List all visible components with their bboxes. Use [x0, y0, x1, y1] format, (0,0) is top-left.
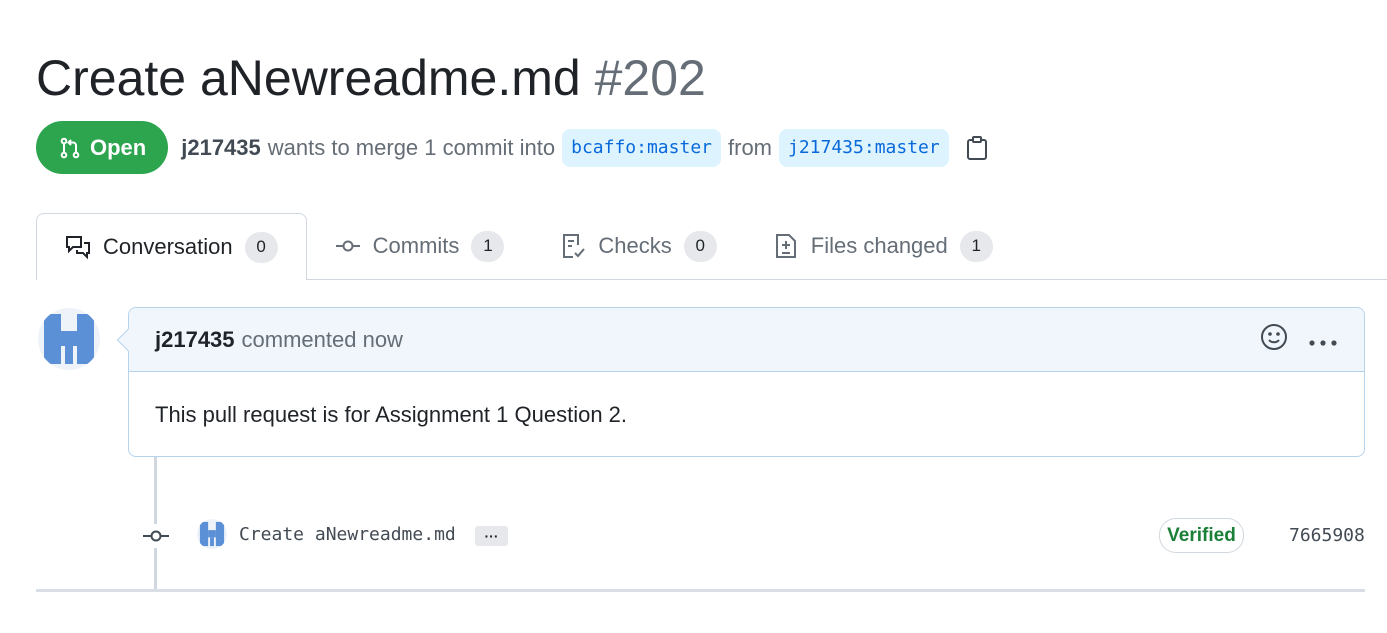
tab-commits-label: Commits — [372, 233, 460, 258]
author-link[interactable]: j217435 — [181, 135, 261, 161]
tab-files-changed[interactable]: Files changed 1 — [745, 213, 1021, 279]
copy-branch-button[interactable] — [964, 135, 990, 161]
commit-sha-link[interactable]: 7665908 — [1289, 525, 1365, 546]
tab-commits-counter: 1 — [471, 230, 505, 262]
comment-actions — [1260, 323, 1338, 357]
comment-body: This pull request is for Assignment 1 Qu… — [155, 402, 628, 427]
comment-header: j217435 commented now — [129, 308, 1364, 372]
tab-conversation-label: Conversation — [103, 234, 233, 259]
kebab-horizontal-icon — [1309, 339, 1337, 346]
pr-header: Create aNewreadme.md #202 — [36, 46, 1366, 110]
identicon-icon — [44, 314, 94, 364]
expand-commit-button[interactable]: ··· — [475, 526, 508, 546]
comment-discussion-icon — [66, 236, 90, 260]
tab-checks-counter: 0 — [683, 230, 717, 262]
tab-commits[interactable]: Commits 1 — [307, 213, 533, 279]
comment-options-button[interactable] — [1308, 327, 1338, 353]
tab-checks[interactable]: Checks 0 — [532, 213, 744, 279]
merge-summary: j217435 wants to merge 1 commit into bca… — [181, 128, 990, 167]
copy-icon — [966, 135, 987, 160]
head-branch[interactable]: j217435:master — [779, 128, 949, 167]
tab-conversation[interactable]: Conversation 0 — [36, 213, 307, 280]
pr-title-text: Create aNewreadme.md — [36, 50, 581, 106]
state-badge-open: Open — [36, 121, 169, 174]
merge-text: wants to merge 1 commit into — [267, 134, 556, 160]
git-pull-request-icon — [60, 137, 80, 158]
avatar[interactable] — [38, 308, 100, 370]
comment-author[interactable]: j217435 — [155, 327, 235, 353]
tab-files-label: Files changed — [810, 233, 948, 258]
identicon-icon — [199, 521, 225, 547]
timeline-divider — [36, 589, 1365, 592]
comment-timestamp[interactable]: commented now — [242, 327, 403, 353]
tab-checks-label: Checks — [598, 233, 672, 258]
from-text: from — [728, 134, 772, 160]
comment-box: j217435 commented now This pull request … — [116, 307, 1365, 457]
tab-conversation-counter: 0 — [244, 231, 278, 263]
git-commit-icon — [143, 530, 169, 542]
pr-meta-row: Open j217435 wants to merge 1 commit int… — [36, 121, 990, 174]
file-diff-icon — [775, 234, 796, 258]
page-title: Create aNewreadme.md #202 — [36, 46, 1366, 110]
commit-message-link[interactable]: Create aNewreadme.md — [239, 524, 456, 545]
base-branch[interactable]: bcaffo:master — [562, 128, 721, 167]
checklist-icon — [563, 234, 586, 258]
pr-number: #202 — [594, 50, 706, 106]
git-commit-icon — [335, 240, 360, 252]
pr-tabs: Conversation 0 Commits 1 Checks 0 Files … — [36, 213, 1387, 280]
tab-files-counter: 1 — [959, 230, 993, 262]
commit-author-avatar[interactable] — [197, 519, 227, 549]
commit-timeline-icon — [141, 524, 171, 548]
add-reaction-button[interactable] — [1260, 323, 1288, 357]
state-label: Open — [90, 134, 147, 160]
verified-badge[interactable]: Verified — [1159, 518, 1244, 553]
smiley-icon — [1261, 323, 1287, 350]
